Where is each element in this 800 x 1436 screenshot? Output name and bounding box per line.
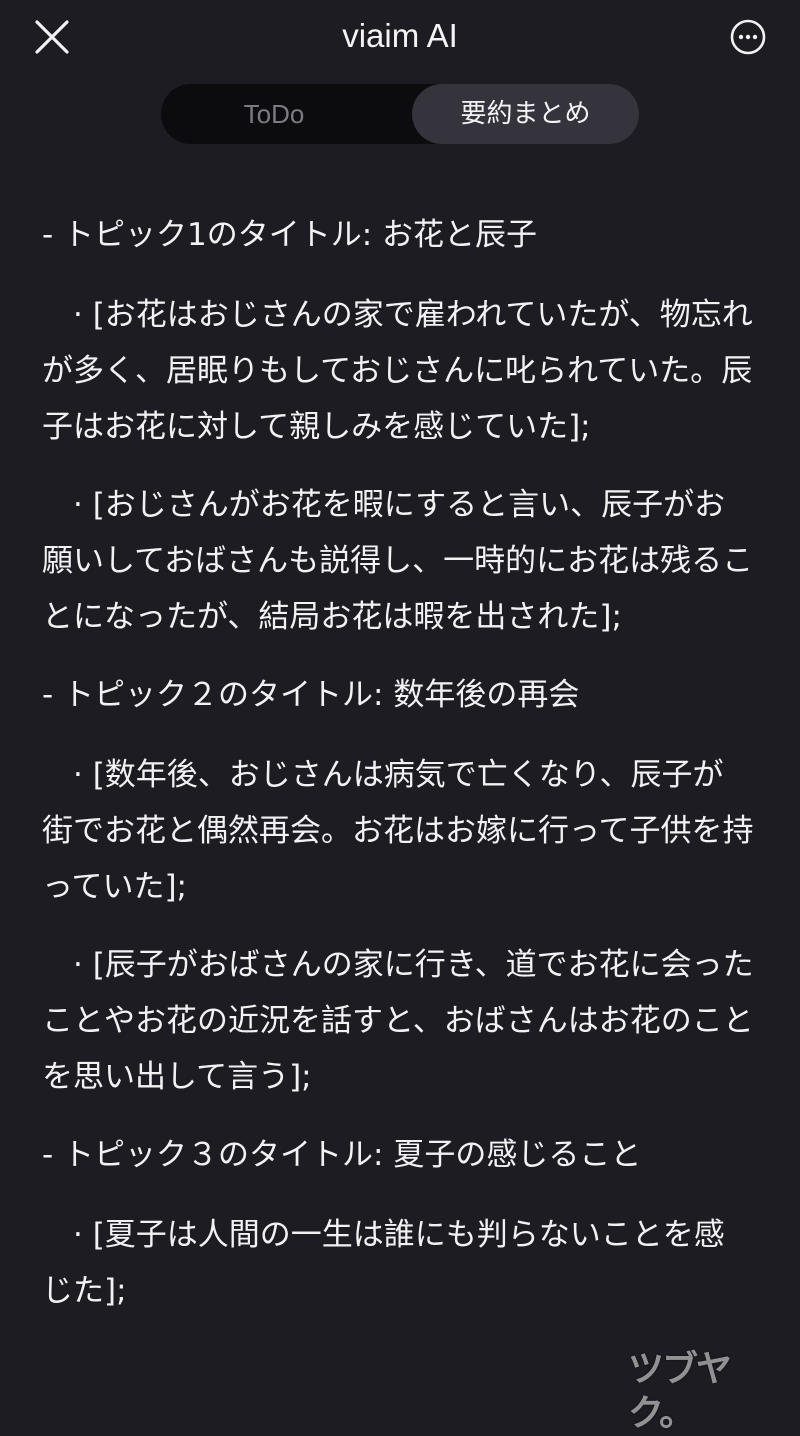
topic-title-2: - トピック２のタイトル: 数年後の再会 <box>42 677 580 713</box>
topic-title-1: - トピック1のタイトル: お花と辰子 <box>42 217 538 253</box>
tab-summary[interactable]: 要約まとめ <box>412 84 639 144</box>
summary-content: - トピック1のタイトル: お花と辰子 · [お花はおじさんの家で雇われていたが… <box>42 207 754 1341</box>
app-title: viaim AI <box>342 17 458 54</box>
summary-point: · [数年後、おじさんは病気で亡くなり、辰子が街でお花と偶然再会。お花はお嫁に行… <box>42 757 754 905</box>
top-bar: viaim AI <box>0 0 800 76</box>
close-icon <box>35 20 69 54</box>
topic-title-3: - トピック３のタイトル: 夏子の感じること <box>42 1137 642 1173</box>
more-options-button[interactable] <box>726 15 770 59</box>
summary-point: · [お花はおじさんの家で雇われていたが、物忘れが多く、居眠りもしておじさんに叱… <box>42 297 753 445</box>
close-button[interactable] <box>30 15 74 59</box>
summary-point: · [おじさんがお花を暇にすると言い、辰子がお願いしておばさんも説得し、一時的に… <box>42 487 754 635</box>
watermark-logo: ツブヤク。 <box>628 1349 732 1434</box>
summary-point: · [辰子がおばさんの家に行き、道でお花に会ったことやお花の近況を話すと、おばさ… <box>42 947 754 1095</box>
summary-point: · [夏子は人間の一生は誰にも判らないことを感じた]; <box>42 1217 725 1309</box>
view-switcher: ToDo 要約まとめ <box>161 84 639 144</box>
more-horizontal-circle-icon <box>730 19 766 55</box>
tab-todo[interactable]: ToDo <box>161 84 387 144</box>
